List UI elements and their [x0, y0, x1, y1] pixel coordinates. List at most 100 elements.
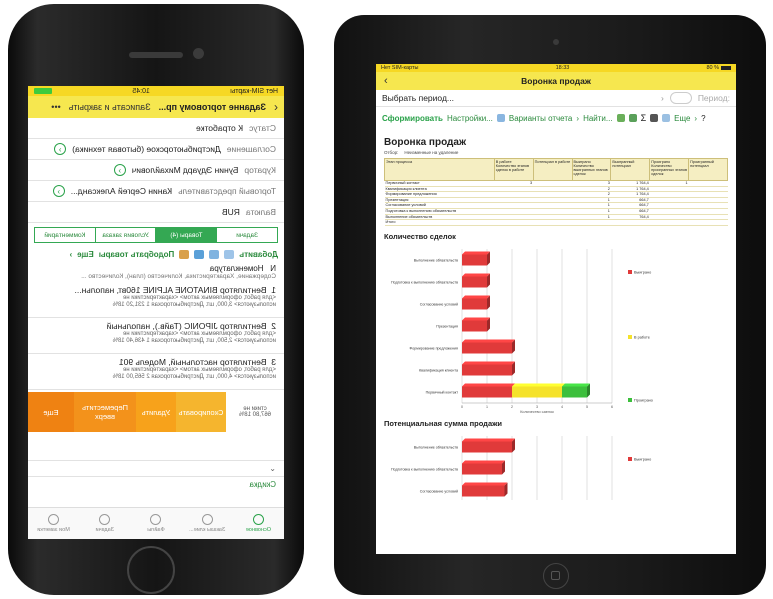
tab-order-terms[interactable]: Условия заказа	[94, 228, 156, 242]
column-num: N	[270, 264, 276, 273]
item-name: Вентилятор настольный, Модель 901	[118, 357, 267, 367]
category-label: Выполнение обязательств	[414, 445, 458, 449]
open-link-icon[interactable]: ›	[113, 164, 126, 176]
item-num: 3	[271, 357, 276, 367]
more-icon[interactable]: •••	[51, 102, 60, 112]
back-chevron-icon[interactable]: ‹	[384, 75, 388, 87]
item-num: 1	[271, 285, 276, 295]
period-bar: Выбрать период... › Период:	[376, 90, 736, 107]
agreement-row[interactable]: Соглашение Дистрибьюторское (бытовая тех…	[28, 139, 284, 160]
copy-row-button[interactable]: Скопировать	[176, 392, 226, 432]
swiped-item-pct: 18%	[238, 412, 251, 418]
tabbar-files[interactable]: Файлы	[130, 508, 181, 539]
tasks-icon	[99, 514, 111, 525]
phone-header: ‹ Заданне торговому пр... Записать и зак…	[28, 96, 284, 118]
period-toggle[interactable]	[669, 92, 692, 104]
category-label: Презентация	[436, 324, 458, 328]
phone-camera	[193, 48, 204, 59]
move-up-button[interactable]: Переместить вверх	[74, 392, 136, 432]
goods-item[interactable]: 1 Вентилятор BINATONE ALPINE 160вт, напо…	[28, 282, 284, 318]
tabbar-orders[interactable]: Заказы клие...	[182, 508, 233, 539]
tabbar-label: Мои заметки	[37, 527, 70, 533]
swiped-item-fragment: стики не 667,80 18%	[226, 392, 284, 432]
find-button[interactable]: Найти...	[583, 114, 613, 123]
bar	[462, 463, 502, 475]
expand-row[interactable]: ⌄	[28, 460, 284, 476]
bar	[462, 485, 505, 497]
swipe-actions-row: стики не 667,80 18% Скопировать Удалить …	[28, 392, 284, 432]
curator-row[interactable]: Куратор Бунин Эдуард Михайлович ›	[28, 160, 284, 181]
sales-rep-row[interactable]: Торговый представитель Канин Сергей Алек…	[28, 181, 284, 202]
help-button[interactable]: ?	[701, 114, 705, 123]
folder-icon[interactable]	[179, 250, 190, 259]
pick-goods-button[interactable]: Подобрать товары	[99, 250, 175, 259]
bar	[462, 342, 512, 354]
goods-item[interactable]: 2 Вентилятор JIPONIC (Тайв.), напольный …	[28, 318, 284, 354]
table-cell	[610, 219, 650, 226]
tick-label: 3	[536, 405, 538, 409]
open-link-icon[interactable]: ›	[52, 185, 65, 197]
table-cell	[572, 219, 611, 226]
save-close-button[interactable]: Записать и закрыть	[69, 102, 151, 112]
bar-top	[462, 339, 515, 343]
tab-goods[interactable]: Товары (4)	[155, 228, 217, 242]
phone-home-button[interactable]	[127, 546, 175, 594]
period-label: Период:	[697, 93, 730, 103]
status-row[interactable]: Статус К отработке	[28, 118, 284, 139]
currency-row[interactable]: Валюта RUB	[28, 202, 284, 223]
bar-top	[462, 460, 505, 464]
delete-row-button[interactable]: Удалить	[136, 392, 176, 432]
tablet-header: ‹ Воронка продаж	[376, 72, 736, 90]
chevron-down-icon[interactable]: ⌄	[269, 464, 276, 473]
period-select[interactable]: Выбрать период... ›	[382, 93, 664, 103]
tabbar-label: Задачи	[95, 527, 115, 533]
more-button[interactable]: Еще	[674, 114, 690, 123]
edit-icon[interactable]	[209, 250, 220, 259]
phone-carrier: Нет SIM-карты	[230, 87, 278, 95]
expand-groups-icon[interactable]	[616, 114, 625, 122]
back-chevron-icon[interactable]: ‹	[274, 100, 278, 114]
legend-swatch	[628, 456, 632, 461]
tabbar-main[interactable]: Основное	[233, 508, 284, 539]
table-cell: Итого	[384, 219, 495, 226]
table-header-cell: Выиграно Количество выигранных этапов сд…	[571, 158, 612, 181]
deals-count-chart: Выполнение обязательств Подготовка к выпо…	[384, 243, 728, 414]
goods-more-button[interactable]: Еще	[77, 250, 94, 259]
item-details: используются> 3,000, шт. Дистрибьюторска…	[112, 302, 276, 308]
print-icon[interactable]	[650, 114, 659, 122]
legend-swatch	[628, 334, 632, 339]
bar-top	[462, 438, 515, 442]
collapse-groups-icon[interactable]	[628, 114, 637, 122]
copy-icon[interactable]	[224, 250, 235, 259]
chevron-right-icon[interactable]: ›	[70, 250, 73, 259]
report-variants-button[interactable]: Варианты отчета	[509, 114, 573, 123]
table-header-cell: Выигранный потенциал	[610, 158, 651, 181]
tab-comment[interactable]: Комментарий	[35, 228, 95, 242]
tab-tasks[interactable]: Задачи	[216, 228, 277, 242]
tabbar-label: Файлы	[147, 527, 165, 533]
tabbar-label: Основное	[245, 527, 271, 533]
chevron-right-icon: ›	[576, 113, 580, 123]
move-icon[interactable]	[194, 250, 205, 259]
discount-row[interactable]: Скидка	[28, 476, 284, 492]
legend-label: Проиграно	[634, 398, 653, 402]
tabbar-tasks[interactable]: Задачи	[79, 508, 130, 539]
report-body: Воронка продаж Отбор: Неизменные на удал…	[376, 129, 736, 504]
item-num: 2	[271, 321, 276, 331]
tick-label: 2	[511, 405, 513, 409]
agreement-label: Соглашение	[226, 144, 276, 154]
open-link-icon[interactable]: ›	[54, 143, 67, 155]
generate-button[interactable]: Сформировать	[382, 114, 443, 123]
add-button[interactable]: Добавить	[239, 250, 278, 259]
table-row[interactable]: Итого	[384, 219, 728, 226]
goods-item[interactable]: 3 Вентилятор настольный, Модель 901 <для…	[28, 354, 284, 390]
preview-icon[interactable]	[662, 114, 671, 122]
swipe-more-button[interactable]: Еще	[28, 392, 74, 432]
tabbar-notes[interactable]: Мои заметки	[28, 508, 79, 539]
sum-icon[interactable]: Σ	[641, 113, 647, 123]
settings-button[interactable]: Настройки...	[447, 114, 493, 123]
bar	[462, 276, 487, 288]
item-details: <для работ, оформляемых актом> <характер…	[123, 331, 276, 337]
tablet-home-button[interactable]	[543, 563, 569, 589]
phone-time: 10:45	[132, 87, 150, 95]
